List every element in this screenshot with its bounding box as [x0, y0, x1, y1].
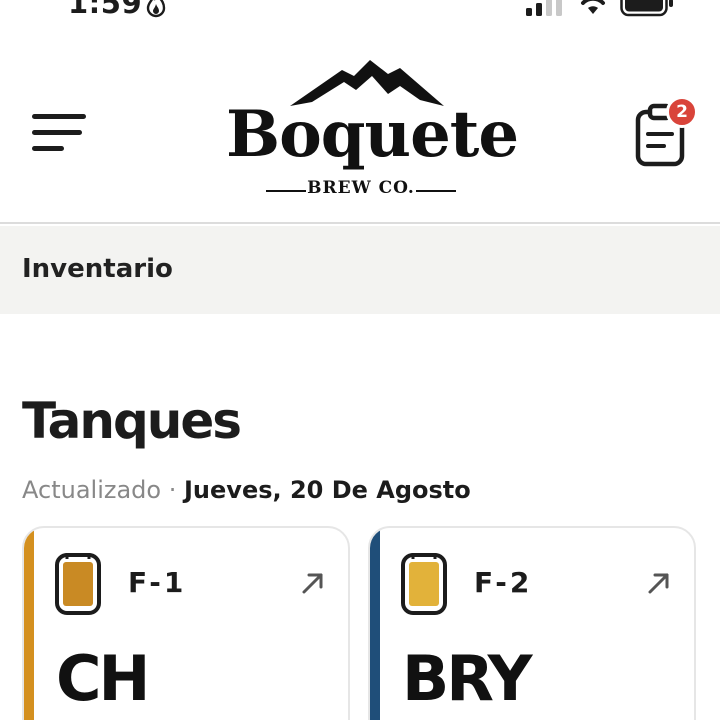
menu-line	[32, 130, 82, 135]
logo-rule-right	[416, 190, 456, 192]
logo-name: Boquete	[226, 97, 519, 172]
status-bar: 1:59	[0, 0, 720, 22]
tank-id: F-2	[474, 566, 533, 599]
menu-line	[32, 146, 64, 151]
tank-card[interactable]: F-1 CH	[22, 526, 350, 720]
section-bar: Inventario	[0, 226, 720, 314]
notification-badge: 2	[666, 96, 698, 128]
tank-icon	[55, 553, 101, 615]
tank-card[interactable]: F-2 BRY	[368, 526, 696, 720]
updated-separator: ·	[168, 476, 177, 504]
arrow-up-right-icon[interactable]	[646, 570, 672, 596]
tank-id: F-1	[128, 566, 187, 599]
tank-accent-bar	[370, 528, 380, 720]
app-header: Boquete BREW CO. 2	[0, 36, 720, 224]
tank-icon	[401, 553, 447, 615]
status-time: 1:59	[68, 0, 143, 20]
flame-icon	[146, 0, 166, 18]
tank-beer-code: CH	[56, 642, 150, 715]
page-title: Tanques	[22, 392, 242, 450]
logo-subtitle: BREW CO.	[307, 178, 415, 198]
wifi-icon	[581, 0, 605, 14]
updated-date: Jueves, 20 De Agosto	[184, 476, 471, 504]
signal-icon	[526, 0, 562, 16]
hamburger-menu-icon[interactable]	[28, 110, 92, 156]
updated-label: Actualizado	[22, 476, 162, 504]
tank-beer-code: BRY	[402, 642, 533, 715]
updated-row: Actualizado · Jueves, 20 De Agosto	[22, 476, 471, 504]
battery-icon	[620, 0, 673, 17]
menu-line	[32, 114, 86, 119]
brand-logo[interactable]: Boquete BREW CO.	[226, 60, 519, 206]
tank-accent-bar	[24, 528, 34, 720]
clipboard-button[interactable]: 2	[630, 94, 700, 168]
arrow-up-right-icon[interactable]	[300, 570, 326, 596]
section-title: Inventario	[22, 254, 173, 284]
